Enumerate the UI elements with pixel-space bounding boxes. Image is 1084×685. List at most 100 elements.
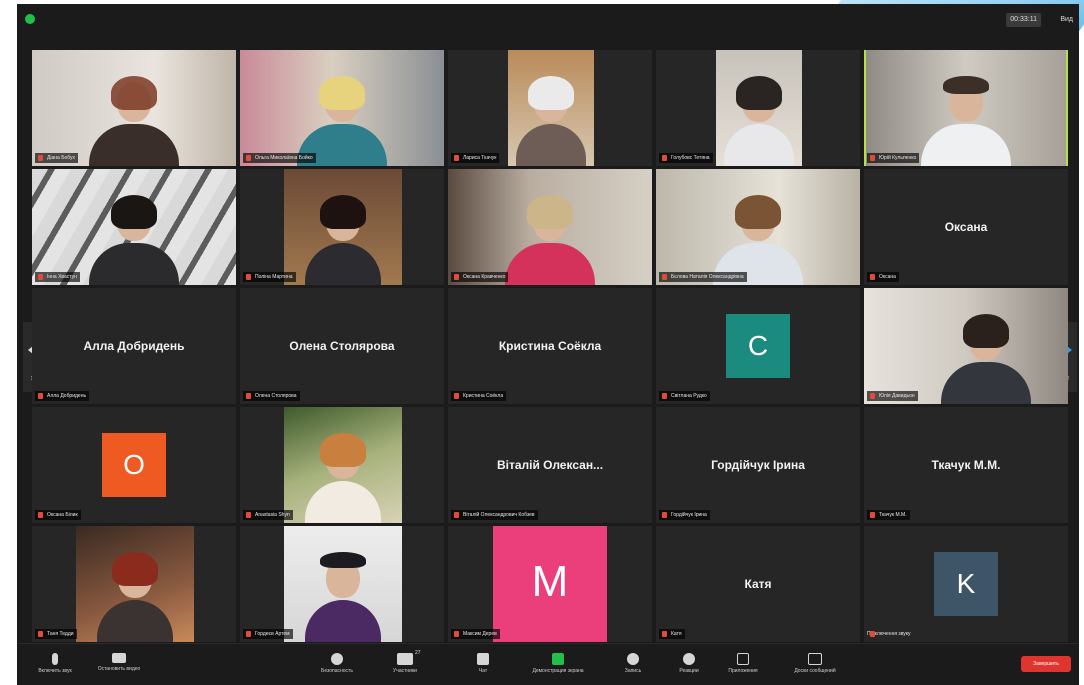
participant-tile[interactable]: Поліна Мартина (240, 169, 444, 285)
camera-icon (112, 653, 126, 663)
participant-name-label: Anastasia Shyn (243, 510, 293, 520)
participant-tile[interactable]: Лариса Ткачук (448, 50, 652, 166)
video-feed (656, 169, 860, 285)
participants-icon (397, 653, 413, 665)
video-feed (864, 288, 1068, 404)
participant-tile[interactable]: Голубовс Тетяна (656, 50, 860, 166)
participant-name-label: Гордеєв Артем (243, 629, 293, 639)
participant-name-label: Катя (659, 629, 685, 639)
participant-tile[interactable]: Інна Хвастун (32, 169, 236, 285)
video-feed (716, 50, 802, 166)
participant-name-label: Поліна Мартина (243, 272, 296, 282)
emoji-icon (683, 653, 695, 665)
participant-avatar: K (934, 552, 998, 616)
participant-tile[interactable]: Оксана Оксана (864, 169, 1068, 285)
zoom-meeting-window: 00:33:11 Вид 1/2 1/2 Діана Бобух Ольга М… (17, 4, 1079, 685)
participant-tile[interactable]: Алла Добридень Алла Добридень (32, 288, 236, 404)
participant-tile[interactable]: Діана Бобух (32, 50, 236, 166)
whiteboard-button[interactable]: Доски сообщений (777, 648, 853, 682)
participant-name-label: Віталій Олександрович Кобзев (451, 510, 538, 520)
participant-display-name: Алла Добридень (83, 339, 185, 353)
participant-display-name: Ткачук М.М. (931, 458, 1001, 472)
participant-tile[interactable]: О Оксана Білик (32, 407, 236, 523)
participant-name-label: Юрій Кульпенко (867, 153, 920, 163)
video-feed (284, 407, 402, 523)
participant-tile[interactable]: M Максим Дерев (448, 526, 652, 642)
end-meeting-button[interactable]: Завершить (1021, 656, 1071, 672)
participants-button[interactable]: Участники 27 (367, 648, 443, 682)
participant-tile[interactable]: Ольга Миколаївна Бойко (240, 50, 444, 166)
stop-video-button[interactable]: Остановить видео (81, 648, 157, 682)
encryption-shield-icon[interactable] (25, 14, 35, 24)
participant-tile[interactable]: Олена Столярова Олена Столярова (240, 288, 444, 404)
participant-tile[interactable]: Юлія Давидьон (864, 288, 1068, 404)
top-bar: 00:33:11 Вид (17, 4, 1079, 38)
meeting-toolbar: Включить звук Остановить видео Безопасно… (17, 643, 1079, 685)
chat-icon (477, 653, 489, 665)
video-feed (240, 50, 444, 166)
participant-name-label: Оксана Кравченко (451, 272, 509, 282)
participant-avatar: О (102, 433, 166, 497)
video-feed (284, 526, 402, 642)
participant-name-label: Лариса Ткачук (451, 153, 500, 163)
participant-name-label: Алла Добридень (35, 391, 90, 401)
video-feed (76, 526, 194, 642)
share-screen-button[interactable]: Демонстрация экрана (520, 648, 596, 682)
participant-tile[interactable]: K Підключення звуку (864, 526, 1068, 642)
shield-icon (331, 653, 343, 665)
participant-tile[interactable]: Віталій Олексан... Віталій Олександрович… (448, 407, 652, 523)
participant-tile[interactable]: Гордеєв Артем (240, 526, 444, 642)
participant-tile[interactable]: Таня Тедди (32, 526, 236, 642)
participant-tile[interactable]: Кристина Соёкла Кристина Соёкла (448, 288, 652, 404)
participant-name-label: Діана Бобух (35, 153, 79, 163)
participant-name-label: Світлана Рудко (659, 391, 710, 401)
participant-name-label: Гордійчук Ірина (659, 510, 710, 520)
participant-display-name: Віталій Олексан... (496, 458, 604, 472)
participant-tile[interactable]: Оксана Кравченко (448, 169, 652, 285)
chat-button[interactable]: Чат (445, 648, 521, 682)
participant-name-label: Бєлова Наталія Олександрівна (659, 272, 747, 282)
participant-display-name: Гордійчук Ірина (711, 458, 805, 472)
participant-tile[interactable]: С Світлана Рудко (656, 288, 860, 404)
participant-name-label: Голубовс Тетяна (659, 153, 713, 163)
whiteboard-icon (808, 653, 822, 665)
participant-name-label: Оксана (867, 272, 899, 282)
participants-count: 27 (415, 650, 421, 656)
microphone-muted-icon (52, 653, 58, 665)
view-button[interactable]: Вид (1060, 13, 1073, 27)
video-feed (32, 169, 236, 285)
video-feed (448, 169, 652, 285)
meeting-timer: 00:33:11 (1006, 13, 1041, 27)
video-feed (508, 50, 594, 166)
participant-name-label: Максим Дерев (451, 629, 500, 639)
record-icon (627, 653, 639, 665)
participant-tile[interactable]: Ткачук М.М. Ткачук М.М. (864, 407, 1068, 523)
participant-name-label: Кристина Соёкла (451, 391, 507, 401)
participant-name-label: Інна Хвастун (35, 272, 80, 282)
participant-name-label: Ольга Миколаївна Бойко (243, 153, 316, 163)
security-button[interactable]: Безопасность (299, 648, 375, 682)
participant-display-name: Кристина Соёкла (498, 339, 602, 353)
apps-button[interactable]: Приложения (705, 648, 781, 682)
participant-display-name: Оксана (944, 220, 988, 234)
participant-tile[interactable]: Катя Катя (656, 526, 860, 642)
participant-tile[interactable]: Гордійчук Ірина Гордійчук Ірина (656, 407, 860, 523)
video-feed (866, 50, 1066, 166)
video-grid: Діана Бобух Ольга Миколаївна Бойко Ларис… (32, 50, 1072, 642)
participant-tile[interactable]: Anastasia Shyn (240, 407, 444, 523)
participant-name-label: Юлія Давидьон (867, 391, 918, 401)
participant-tile[interactable]: Бєлова Наталія Олександрівна (656, 169, 860, 285)
participant-name-label: Ткачук М.М. (867, 510, 910, 520)
participant-display-name: Олена Столярова (289, 339, 395, 353)
share-screen-icon (552, 653, 564, 665)
video-feed (284, 169, 402, 285)
video-feed (32, 50, 236, 166)
participant-avatar: С (726, 314, 790, 378)
participant-tile-active-speaker[interactable]: Юрій Кульпенко (864, 50, 1068, 166)
participant-name-label: Олена Столярова (243, 391, 300, 401)
participant-name-label: Оксана Білик (35, 510, 81, 520)
participant-display-name: Катя (744, 577, 772, 591)
apps-icon (737, 653, 749, 665)
participant-name-label: Підключення звуку (867, 629, 914, 639)
participant-name-label: Таня Тедди (35, 629, 77, 639)
